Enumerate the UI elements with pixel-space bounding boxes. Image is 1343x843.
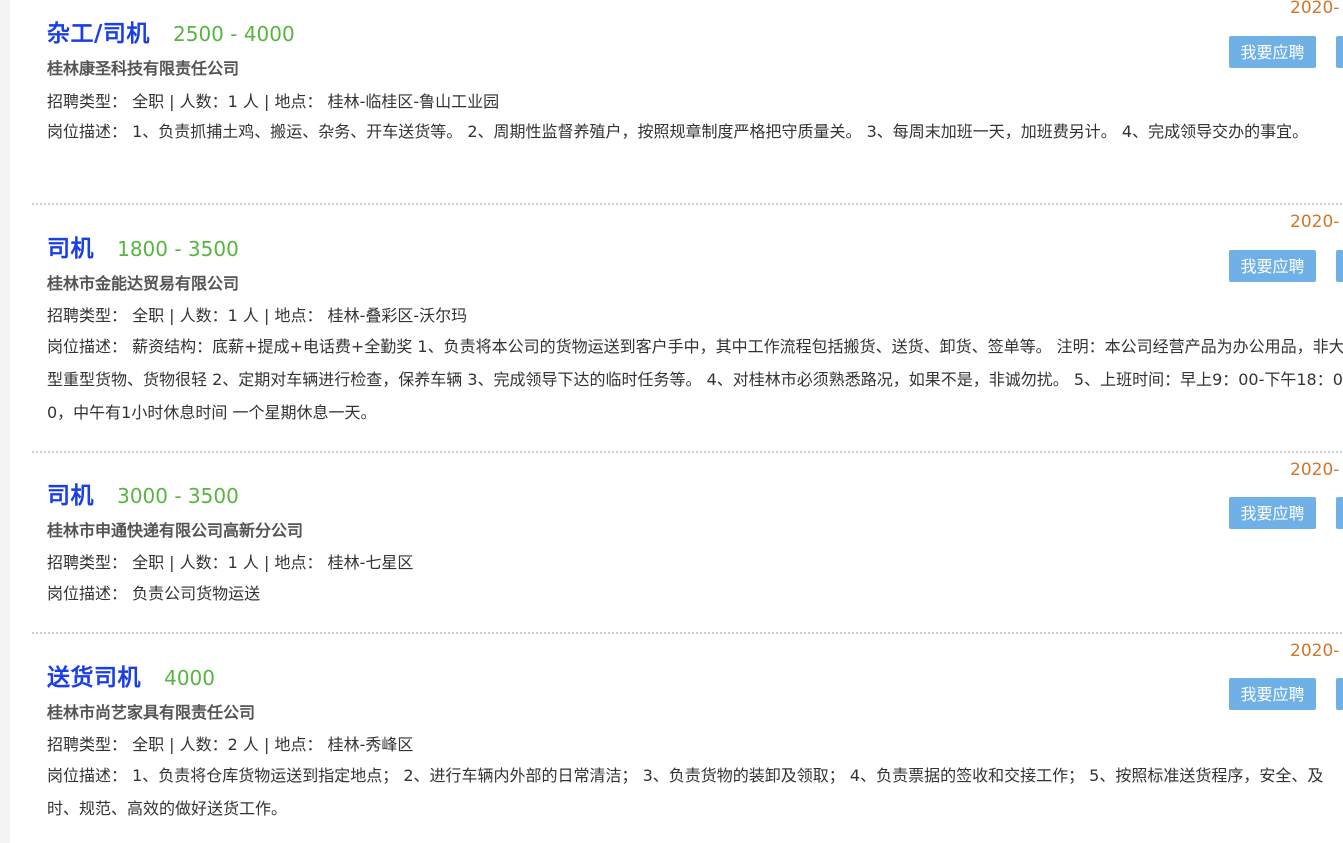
job-title-link[interactable]: 送货司机 [47,665,141,691]
company-name[interactable]: 桂林康圣科技有限责任公司 [47,55,239,79]
job-title-link[interactable]: 司机 [47,236,94,262]
apply-button[interactable]: 我要应聘 [1229,250,1316,282]
divider [32,451,1343,453]
company-name[interactable]: 桂林市尚艺家具有限责任公司 [47,699,255,723]
job-meta: 招聘类型： 全职 | 人数：2 人 | 地点： 桂林-秀峰区 [47,735,414,754]
apply-button[interactable]: 我要应聘 [1229,36,1316,68]
post-date: 2020- [1290,641,1340,661]
job-salary: 4000 [164,666,215,690]
job-description: 岗位描述： 1、负责将仓库货物运送到指定地点； 2、进行车辆内外部的日常清洁； … [47,766,1324,818]
company-name[interactable]: 桂林市金能达贸易有限公司 [47,270,239,294]
job-title-row: 司机 1800 - 3500 [47,229,239,263]
job-meta: 招聘类型： 全职 | 人数：1 人 | 地点： 桂林-叠彩区-沃尔玛 [47,306,468,325]
secondary-button[interactable] [1336,678,1343,710]
post-date: 2020- [1290,0,1340,18]
job-meta: 招聘类型： 全职 | 人数：1 人 | 地点： 桂林-临桂区-鲁山工业园 [47,92,500,111]
job-title-link[interactable]: 司机 [47,483,94,509]
job-description: 岗位描述： 薪资结构：底薪+提成+电话费+全勤奖 1、负责将本公司的货物运送到客… [47,337,1343,422]
post-date: 2020- [1290,460,1340,480]
job-salary: 2500 - 4000 [173,22,295,46]
apply-button[interactable]: 我要应聘 [1229,678,1316,710]
secondary-button[interactable] [1336,250,1343,282]
job-title-row: 送货司机 4000 [47,658,215,692]
job-meta: 招聘类型： 全职 | 人数：1 人 | 地点： 桂林-七星区 [47,553,414,572]
job-title-row: 司机 3000 - 3500 [47,476,239,510]
job-title-row: 杂工/司机 2500 - 4000 [47,14,295,48]
apply-button[interactable]: 我要应聘 [1229,497,1316,529]
divider [32,203,1343,205]
job-description: 岗位描述： 1、负责抓捕土鸡、搬运、杂务、开车送货等。 2、周期性监督养殖户，按… [47,122,1309,141]
job-description: 岗位描述： 负责公司货物运送 [47,584,261,603]
divider [32,632,1343,634]
job-title-link[interactable]: 杂工/司机 [47,21,150,47]
job-salary: 1800 - 3500 [117,237,239,261]
job-salary: 3000 - 3500 [117,484,239,508]
company-name[interactable]: 桂林市申通快递有限公司高新分公司 [47,517,303,541]
job-list-panel: 2020- 杂工/司机 2500 - 4000 我要应聘 桂林康圣科技有限责任公… [10,0,1343,843]
secondary-button[interactable] [1336,497,1343,529]
post-date: 2020- [1290,212,1340,232]
secondary-button[interactable] [1336,36,1343,68]
